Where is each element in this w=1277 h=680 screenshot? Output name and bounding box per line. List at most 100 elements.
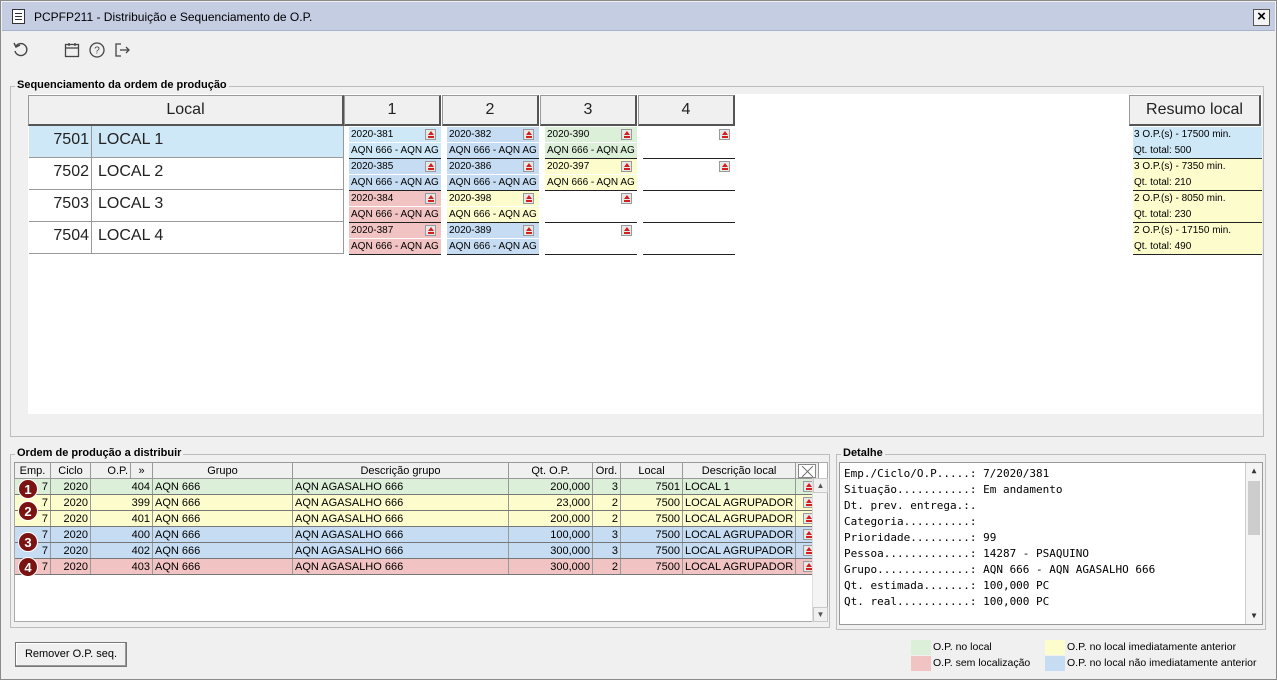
cell-grupo: AQN 666 xyxy=(152,478,293,495)
op-group: AQN 666 - AQN AG xyxy=(449,177,537,188)
op-cell[interactable]: 2020-398 AQN 666 - AQN AG xyxy=(447,191,539,223)
eject-icon[interactable] xyxy=(523,225,534,236)
eject-icon[interactable] xyxy=(425,193,436,204)
op-group: AQN 666 - AQN AG xyxy=(449,241,537,252)
scroll-up-icon[interactable]: ▲ xyxy=(813,478,828,493)
cell-ciclo: 2020 xyxy=(50,526,91,543)
remove-op-seq-button[interactable]: Remover O.P. seq. xyxy=(15,642,127,667)
op-cell[interactable]: 2020-387 AQN 666 - AQN AG xyxy=(349,223,441,255)
cell-qt-op: 23,000 xyxy=(508,494,593,511)
summary-ops: 2 O.P.(s) - 8050 min. xyxy=(1134,193,1226,204)
delete-icon[interactable] xyxy=(798,463,817,478)
eject-icon[interactable] xyxy=(719,161,730,172)
exit-icon[interactable] xyxy=(113,41,131,59)
col-local[interactable]: Local xyxy=(620,462,683,479)
table-row[interactable]: 7 2020 403 AQN 666 AQN AGASALHO 666 300,… xyxy=(14,558,820,575)
op-cell-empty[interactable] xyxy=(643,223,735,255)
cell-grupo: AQN 666 xyxy=(152,542,293,559)
op-cell[interactable]: 2020-386 AQN 666 - AQN AG xyxy=(447,159,539,191)
op-cell-empty[interactable] xyxy=(545,223,637,255)
eject-icon[interactable] xyxy=(719,129,730,140)
scroll-down-icon[interactable]: ▼ xyxy=(1246,608,1262,624)
eject-icon[interactable] xyxy=(523,193,534,204)
table-row[interactable]: 7 2020 402 AQN 666 AQN AGASALHO 666 300,… xyxy=(14,542,820,559)
location-name[interactable]: LOCAL 4 xyxy=(92,222,344,254)
location-number[interactable]: 7503 xyxy=(29,190,92,222)
eject-icon[interactable] xyxy=(523,161,534,172)
cell-ord: 3 xyxy=(592,478,621,495)
refresh-icon[interactable] xyxy=(12,41,30,59)
col-ord[interactable]: Ord. xyxy=(592,462,621,479)
calendar-icon[interactable] xyxy=(63,41,81,59)
table-row[interactable]: 7 2020 400 AQN 666 AQN AGASALHO 666 100,… xyxy=(14,526,820,543)
cell-descricao-local: LOCAL AGRUPADOR xyxy=(682,558,797,575)
col-descricao-grupo[interactable]: Descrição grupo xyxy=(292,462,509,479)
op-cell[interactable]: 2020-382 AQN 666 - AQN AG xyxy=(447,127,539,159)
col-grupo[interactable]: Grupo xyxy=(152,462,293,479)
cell-descricao-local: LOCAL 1 xyxy=(682,478,797,495)
legend-not-prev-local: O.P. no local não imediatamente anterior xyxy=(1045,656,1270,672)
distribute-legend: Ordem de produção a distribuir xyxy=(15,447,184,459)
detail-line: Pessoa.............: 14287 - PSAQUINO xyxy=(844,547,1090,560)
eject-icon[interactable] xyxy=(621,129,632,140)
detail-line: Dt. prev. entrega.:. xyxy=(844,499,977,512)
cell-qt-op: 100,000 xyxy=(508,526,593,543)
op-cell[interactable]: 2020-384 AQN 666 - AQN AG xyxy=(349,191,441,223)
op-cell[interactable]: 2020-385 AQN 666 - AQN AG xyxy=(349,159,441,191)
col-delete[interactable] xyxy=(795,462,820,479)
location-number[interactable]: 7504 xyxy=(29,222,92,254)
close-window-button[interactable]: × xyxy=(1253,9,1270,26)
location-number[interactable]: 7502 xyxy=(29,158,92,190)
eject-icon[interactable] xyxy=(621,225,632,236)
scroll-down-icon[interactable]: ▼ xyxy=(813,607,828,622)
op-cell-empty[interactable] xyxy=(643,127,735,159)
legend-label: O.P. no local xyxy=(933,641,992,653)
cell-grupo: AQN 666 xyxy=(152,526,293,543)
op-group: AQN 666 - AQN AG xyxy=(547,145,635,156)
col-expand[interactable]: » xyxy=(130,462,153,479)
op-cell-empty[interactable] xyxy=(545,191,637,223)
cell-ord: 3 xyxy=(592,542,621,559)
op-cell-empty[interactable] xyxy=(643,159,735,191)
table-row[interactable]: 7 2020 401 AQN 666 AQN AGASALHO 666 200,… xyxy=(14,510,820,527)
eject-icon[interactable] xyxy=(425,129,436,140)
location-name[interactable]: LOCAL 3 xyxy=(92,190,344,222)
cell-ord: 3 xyxy=(592,526,621,543)
scroll-thumb[interactable] xyxy=(1248,481,1260,535)
table-row[interactable]: 7 2020 404 AQN 666 AQN AGASALHO 666 200,… xyxy=(14,478,820,495)
op-cell-empty[interactable] xyxy=(643,191,735,223)
detail-textbox[interactable]: Emp./Ciclo/O.P.....: 7/2020/381 Situação… xyxy=(839,462,1263,625)
distribute-table: Emp. Ciclo O.P. » Grupo Descrição grupo … xyxy=(14,462,820,575)
title-bar: PCPFP211 - Distribuição e Sequenciamento… xyxy=(2,2,1275,31)
col-ciclo[interactable]: Ciclo xyxy=(50,462,91,479)
op-cell[interactable]: 2020-389 AQN 666 - AQN AG xyxy=(447,223,539,255)
op-number: 2020-384 xyxy=(351,193,394,204)
op-cell[interactable]: 2020-381 AQN 666 - AQN AG xyxy=(349,127,441,159)
col-emp[interactable]: Emp. xyxy=(14,462,51,479)
op-cell[interactable]: 2020-397 AQN 666 - AQN AG xyxy=(545,159,637,191)
eject-icon[interactable] xyxy=(425,161,436,172)
help-icon[interactable]: ? xyxy=(88,41,106,59)
eject-icon[interactable] xyxy=(621,161,632,172)
col-qt-op[interactable]: Qt. O.P. xyxy=(508,462,593,479)
cell-descricao-local: LOCAL AGRUPADOR xyxy=(682,542,797,559)
location-number[interactable]: 7501 xyxy=(29,126,92,158)
eject-icon[interactable] xyxy=(425,225,436,236)
location-name[interactable]: LOCAL 2 xyxy=(92,158,344,190)
scroll-up-icon[interactable]: ▲ xyxy=(1246,463,1262,479)
op-number: 2020-397 xyxy=(547,161,590,172)
sequence-column-header: 1 xyxy=(344,95,441,126)
col-descricao-local[interactable]: Descrição local xyxy=(681,462,797,479)
eject-icon[interactable] xyxy=(621,193,632,204)
table-row[interactable]: 7 2020 399 AQN 666 AQN AGASALHO 666 23,0… xyxy=(14,494,820,511)
legend-no-location: O.P. sem localização xyxy=(911,656,1041,672)
eject-icon[interactable] xyxy=(523,129,534,140)
location-name[interactable]: LOCAL 1 xyxy=(92,126,344,158)
col-op[interactable]: O.P. xyxy=(90,462,131,479)
toolbar: ? xyxy=(2,32,1275,68)
op-cell[interactable]: 2020-390 AQN 666 - AQN AG xyxy=(545,127,637,159)
detail-scrollbar[interactable]: ▲ ▼ xyxy=(1245,463,1262,624)
distribute-scrollbar[interactable]: ▲ ▼ xyxy=(812,478,828,622)
cell-ciclo: 2020 xyxy=(50,478,91,495)
detail-line: Qt. estimada.......: 100,000 PC xyxy=(844,579,1050,592)
